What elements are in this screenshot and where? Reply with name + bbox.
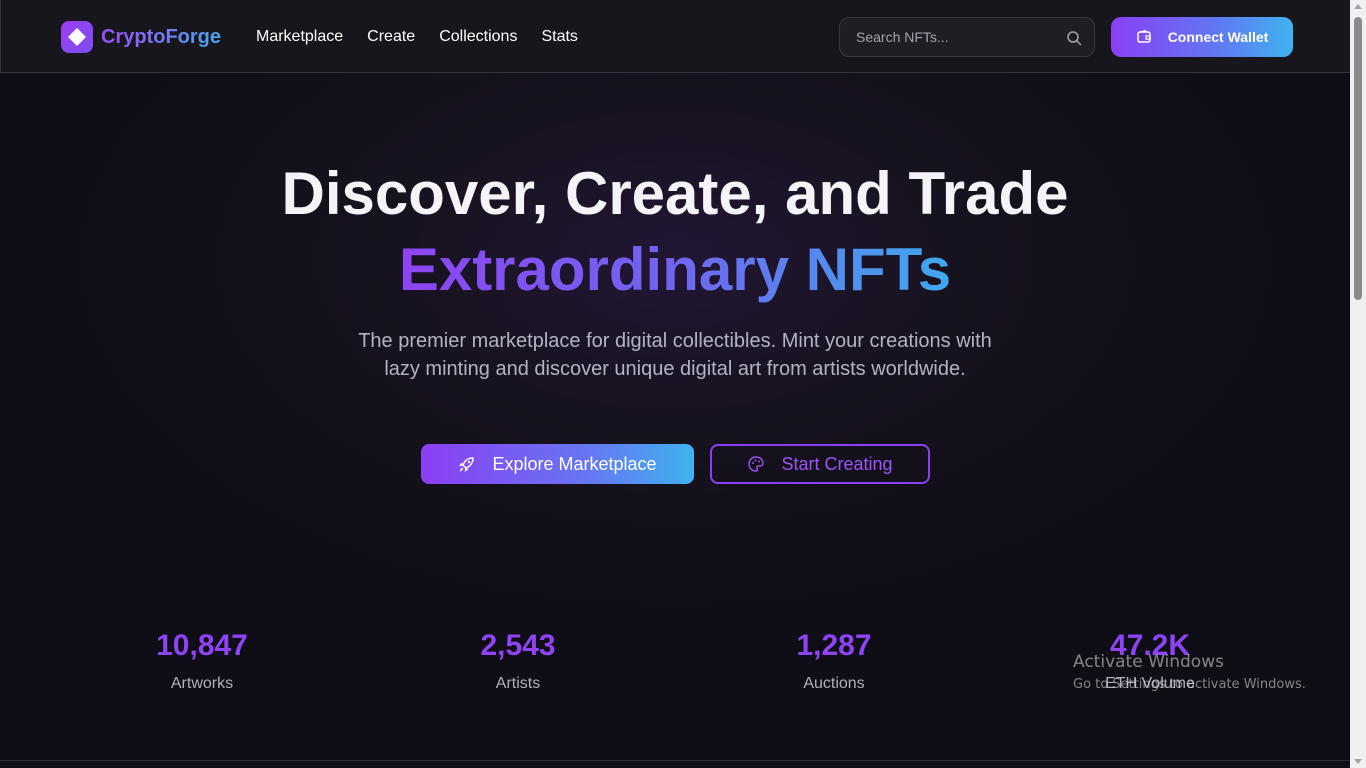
hero-title-line1: Discover, Create, and Trade: [281, 160, 1069, 227]
search-box: [839, 17, 1095, 57]
stat-auctions: 1,287 Auctions: [714, 628, 954, 694]
scroll-down-arrow-icon[interactable]: [1354, 759, 1362, 764]
connect-wallet-label: Connect Wallet: [1167, 29, 1269, 45]
stat-artworks: 10,847 Artworks: [82, 628, 322, 694]
scroll-thumb[interactable]: [1354, 17, 1362, 300]
connect-wallet-button[interactable]: Connect Wallet: [1111, 17, 1293, 57]
wallet-icon: [1136, 29, 1152, 45]
site-header: CryptoForge Marketplace Create Collectio…: [0, 0, 1350, 73]
search-input[interactable]: [840, 18, 1076, 56]
scroll-up-arrow-icon[interactable]: [1354, 4, 1362, 9]
stat-value: 1,287: [796, 629, 872, 662]
stat-label: Artworks: [170, 675, 234, 692]
page-scrollbar[interactable]: [1350, 0, 1366, 768]
activate-windows-watermark: Activate Windows Go to Settings to activ…: [1073, 651, 1306, 695]
brand-name: CryptoForge: [101, 25, 221, 48]
watermark-subtitle: Go to Settings to activate Windows.: [1073, 677, 1306, 692]
stat-value: 2,543: [480, 629, 556, 662]
nav-link-create[interactable]: Create: [367, 27, 415, 47]
hero-title: Discover, Create, and Trade Extraordinar…: [0, 156, 1350, 308]
palette-icon: [747, 455, 765, 473]
explore-marketplace-button[interactable]: Explore Marketplace: [421, 444, 694, 484]
section-divider: [0, 760, 1350, 761]
diamond-icon: [61, 21, 93, 53]
stat-value: 10,847: [156, 629, 248, 662]
stat-label: Auctions: [803, 675, 865, 692]
hero-title-line2: Extraordinary NFTs: [398, 236, 952, 303]
start-creating-button[interactable]: Start Creating: [710, 444, 930, 484]
stat-artists: 2,543 Artists: [398, 628, 638, 694]
start-creating-label: Start Creating: [781, 453, 893, 474]
explore-marketplace-label: Explore Marketplace: [492, 453, 657, 474]
search-icon[interactable]: [1066, 30, 1082, 46]
logo[interactable]: CryptoForge: [61, 21, 221, 53]
page: CryptoForge Marketplace Create Collectio…: [0, 0, 1366, 768]
watermark-title: Activate Windows: [1073, 652, 1224, 672]
hero-subtitle: The premier marketplace for digital coll…: [358, 330, 992, 380]
stat-label: Artists: [495, 675, 541, 692]
nav-link-collections[interactable]: Collections: [439, 27, 517, 47]
rocket-icon: [458, 455, 476, 473]
nav-link-marketplace[interactable]: Marketplace: [256, 27, 343, 47]
main-nav: Marketplace Create Collections Stats: [256, 27, 602, 47]
nav-link-stats[interactable]: Stats: [541, 27, 577, 47]
